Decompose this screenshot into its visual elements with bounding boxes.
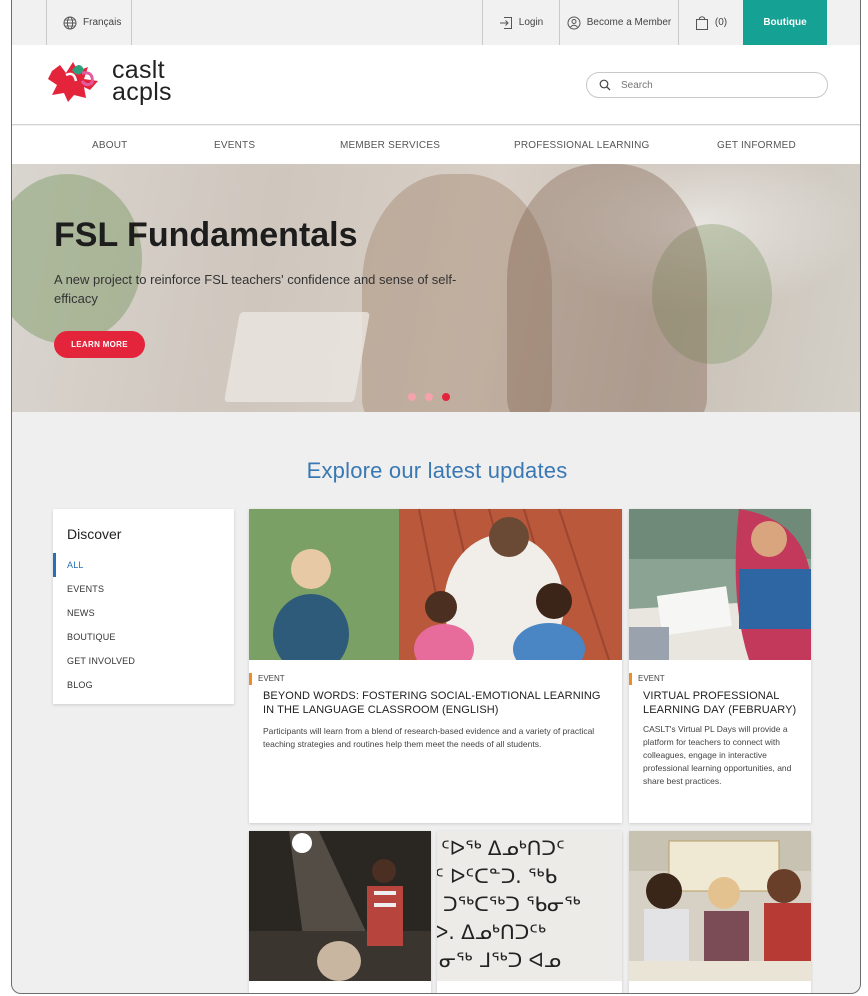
carousel-dots: [408, 393, 450, 401]
discover-heading: Discover: [67, 526, 122, 542]
card-image: [249, 509, 622, 660]
member-label: Become a Member: [586, 17, 672, 28]
cart-count: (0): [714, 17, 728, 28]
search-icon: [599, 79, 611, 91]
become-member-link[interactable]: Become a Member: [559, 0, 678, 45]
filter-get-involved[interactable]: GET INVOLVED: [53, 649, 234, 673]
logo-line-2: acpls: [112, 78, 172, 106]
user-icon: [567, 16, 581, 29]
update-card[interactable]: [249, 831, 431, 993]
card-image: [249, 831, 431, 981]
logo-text: caslt acpls: [112, 58, 172, 106]
carousel-dot-2[interactable]: [425, 393, 433, 401]
card-image: [629, 831, 811, 981]
filter-events[interactable]: EVENTS: [53, 577, 234, 601]
plant-image: [12, 174, 142, 344]
language-switch[interactable]: Français: [46, 0, 132, 45]
search-box[interactable]: [586, 72, 828, 98]
section-title: Explore our latest updates: [306, 458, 568, 483]
syllabics-line-4: ᐅ. ᐃᓄᒃᑎᑐᑦᒃ: [437, 920, 546, 944]
shopping-bag-icon: [695, 15, 708, 30]
nav-item-about[interactable]: ABOUT: [92, 140, 127, 151]
laptop-image: [224, 312, 370, 402]
search-input[interactable]: [621, 79, 791, 91]
header: caslt acpls: [12, 45, 860, 125]
filter-blog[interactable]: BLOG: [53, 673, 234, 697]
nav-item-events[interactable]: EVENTS: [214, 140, 255, 151]
nav-item-member-services[interactable]: MEMBER SERVICES: [340, 140, 440, 151]
card-image: ᑦᐅᖅ ᐃᓄᒃᑎᑐᑦ ᑦ ᐅᑦᑕᓐᑐ. ᖅᑲ ᑐᖅᑕᖅᑐ ᖃᓂᖅ ᐅ. ᐃᓄᒃᑎ…: [437, 831, 622, 981]
hero-person-2: [507, 164, 707, 412]
card-description: Participants will learn from a blend of …: [263, 726, 595, 749]
card-image: [629, 509, 811, 660]
cart-link[interactable]: (0): [678, 0, 743, 45]
update-card[interactable]: [629, 831, 811, 993]
login-icon: [499, 16, 512, 29]
carousel-dot-1[interactable]: [408, 393, 416, 401]
update-card[interactable]: EVENT VIRTUAL PROFESSIONAL LEARNING DAY …: [629, 509, 811, 823]
boutique-label: Boutique: [763, 17, 807, 28]
hero-title: FSL Fundamentals: [54, 216, 358, 254]
main-nav: ABOUT EVENTS MEMBER SERVICES PROFESSIONA…: [12, 126, 860, 164]
nav-item-professional-learning[interactable]: PROFESSIONAL LEARNING: [514, 140, 650, 151]
card-type-label: EVENT: [629, 673, 665, 685]
globe-icon: [63, 16, 77, 29]
maple-leaf-logo-icon: [48, 62, 98, 102]
carousel-dot-3[interactable]: [442, 393, 450, 401]
learn-more-button[interactable]: LEARN MORE: [54, 331, 145, 358]
syllabics-line-2: ᑦ ᐅᑦᑕᓐᑐ. ᖅᑲ: [437, 864, 557, 888]
browser-frame: Français Login Become a Member (0) Bouti…: [11, 0, 861, 994]
syllabics-line-1: ᑦᐅᖅ ᐃᓄᒃᑎᑐᑦ: [441, 836, 565, 860]
card-title[interactable]: BEYOND WORDS: FOSTERING SOCIAL-EMOTIONAL…: [263, 689, 613, 717]
filter-list: ALL EVENTS NEWS BOUTIQUE GET INVOLVED BL…: [53, 553, 234, 697]
hero-banner: FSL Fundamentals A new project to reinfo…: [12, 164, 860, 412]
filter-boutique[interactable]: BOUTIQUE: [53, 625, 234, 649]
syllabics-line-3: ᑐᖅᑕᖅᑐ ᖃᓂᖅ: [443, 892, 581, 916]
nav-item-get-informed[interactable]: GET INFORMED: [717, 140, 796, 151]
filter-news[interactable]: NEWS: [53, 601, 234, 625]
boutique-button[interactable]: Boutique: [743, 0, 827, 45]
card-description: CASLT's Virtual PL Days will provide a p…: [643, 724, 792, 786]
language-label: Français: [83, 17, 122, 28]
update-card[interactable]: ᑦᐅᖅ ᐃᓄᒃᑎᑐᑦ ᑦ ᐅᑦᑕᓐᑐ. ᖅᑲ ᑐᖅᑕᖅᑐ ᖃᓂᖅ ᐅ. ᐃᓄᒃᑎ…: [437, 831, 622, 993]
card-type-label: EVENT: [249, 673, 285, 685]
logo[interactable]: caslt acpls: [46, 57, 172, 105]
hero-subtitle: A new project to reinforce FSL teachers'…: [54, 272, 457, 306]
filter-all[interactable]: ALL: [53, 553, 234, 577]
card-title[interactable]: VIRTUAL PROFESSIONAL LEARNING DAY (FEBRU…: [643, 689, 807, 717]
login-link[interactable]: Login: [482, 0, 559, 45]
syllabics-line-5: ᓂᖅ ᒧᖅᑐ ᐊᓄ: [439, 948, 561, 972]
login-label: Login: [518, 17, 544, 28]
discover-filter: Discover ALL EVENTS NEWS BOUTIQUE GET IN…: [53, 509, 234, 704]
utility-bar: Français Login Become a Member (0) Bouti…: [12, 0, 860, 45]
update-card[interactable]: EVENT BEYOND WORDS: FOSTERING SOCIAL-EMO…: [249, 509, 622, 823]
